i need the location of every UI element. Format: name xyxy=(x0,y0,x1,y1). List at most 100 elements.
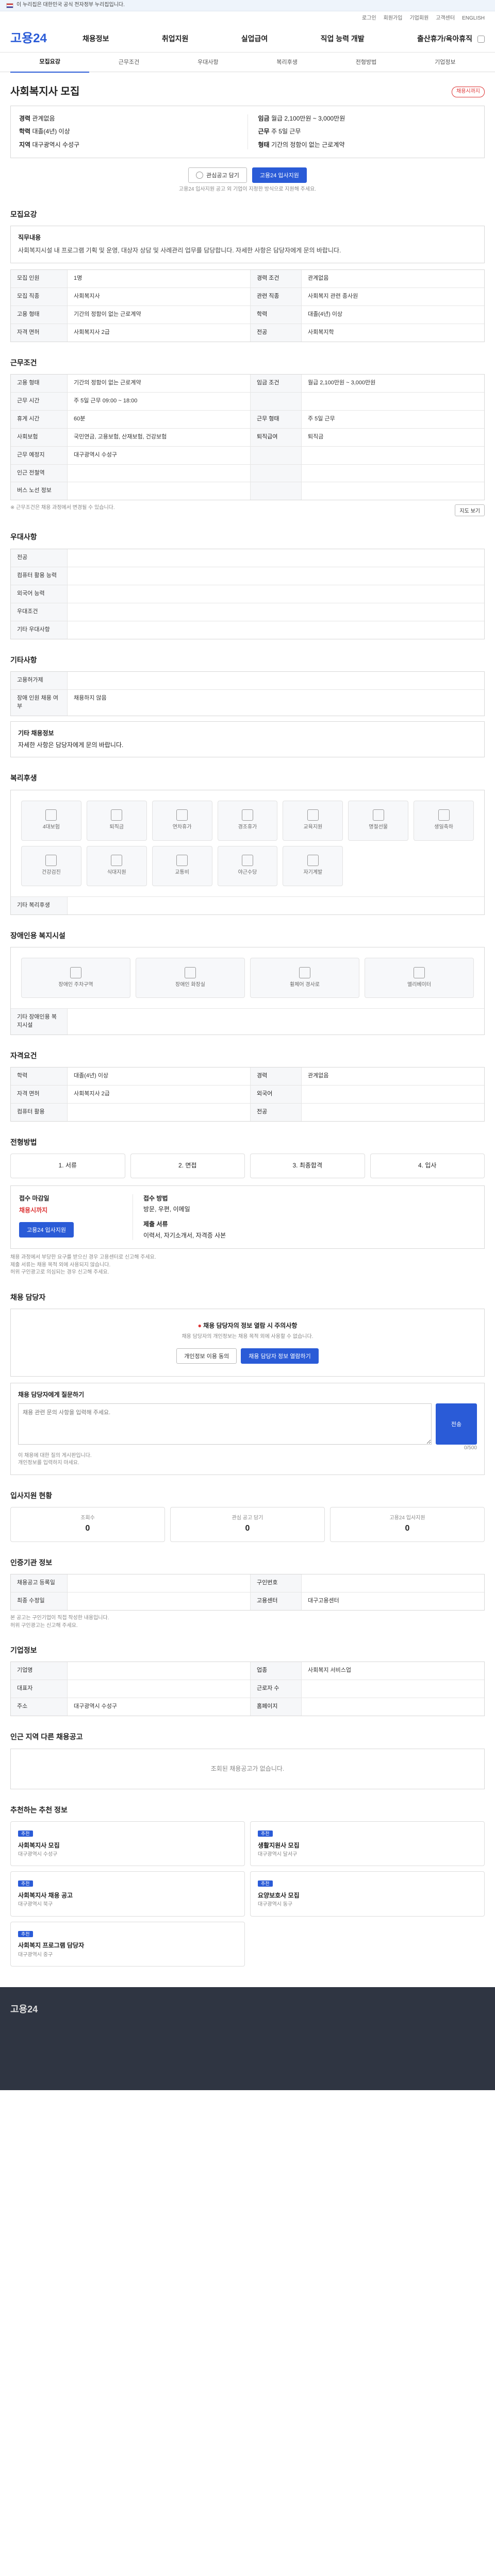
benefit-icon xyxy=(307,809,319,821)
benefit-item: 엘리베이터 xyxy=(365,957,474,998)
row-value: 채용하지 않음 xyxy=(74,694,107,701)
benefit-item: 명절선물 xyxy=(348,800,409,841)
row-value xyxy=(68,567,484,585)
row-value: 관계없음 xyxy=(308,1073,329,1079)
row-value xyxy=(68,1662,250,1680)
benefit-icon xyxy=(299,967,310,978)
header: 고용24 채용정보 취업지원 실업급여 직업 능력 개발 출산휴가/육아휴직 xyxy=(0,26,495,53)
row-label: 고용센터 xyxy=(250,1592,302,1611)
row-value xyxy=(302,1086,484,1103)
table-row: 모집 인원 1명 경력 조건 관계없음 xyxy=(11,269,484,288)
etc-section: 기타사항 고용허가제 장애 인원 채용 여부 채용하지 않음 기타 채용정보 자세한… xyxy=(10,639,485,758)
map-button[interactable]: 지도 보기 xyxy=(455,504,485,517)
benefit-label: 건강검진 xyxy=(42,870,61,876)
nav-jobs[interactable]: 채용정보 xyxy=(82,33,109,44)
benefit-icon xyxy=(111,809,123,821)
benefit-item: 생일축하 xyxy=(414,800,474,841)
benefit-icon xyxy=(45,809,57,821)
help-link[interactable]: 고객센터 xyxy=(436,15,455,23)
related-card[interactable]: 추천 요양보호사 모집 대구광역시 동구 xyxy=(250,1871,485,1917)
scrap-button[interactable]: 관심공고 담기 xyxy=(188,167,247,183)
row-label: 근무 예정지 xyxy=(11,446,68,464)
apply-button[interactable]: 고용24 입사지원 xyxy=(252,167,307,183)
benefit-icon xyxy=(241,855,253,867)
recruit-table: 모집 인원 1명 경력 조건 관계없음 모집 직종 사회복지사 관련 직종 사회복지 관련 종… xyxy=(10,269,485,342)
row-label: 장애 인원 채용 여부 xyxy=(11,689,68,716)
related-title: 사회복지사 채용 공고 xyxy=(18,1891,73,1899)
login-link[interactable]: 로그인 xyxy=(362,15,376,23)
benefit-icon xyxy=(176,809,188,821)
tab-welfare[interactable]: 복리후생 xyxy=(248,53,326,72)
benefit-item: 장애인 화장실 xyxy=(136,957,245,998)
tab-recruit[interactable]: 모집요강 xyxy=(10,52,90,73)
related-card[interactable]: 추천 생활지원사 모집 대구광역시 달서구 xyxy=(250,1821,485,1867)
related-tag: 추천 xyxy=(258,1880,273,1887)
related-sub: 대구광역시 중구 xyxy=(18,1952,53,1958)
table-row: 주소 대구광역시 수성구 홈페이지 xyxy=(11,1698,484,1716)
send-button[interactable]: 전송 xyxy=(436,1403,477,1445)
summary-right: 임금 월급 2,100만원 ~ 3,000만원 근무 주 5일 근무 형태 기간… xyxy=(247,114,476,150)
row-value: 1명 xyxy=(74,275,82,281)
nav-benefit[interactable]: 실업급여 xyxy=(241,33,268,44)
consent-button[interactable]: 개인정보 이용 동의 xyxy=(176,1348,237,1364)
benefit-item: 건강검진 xyxy=(21,845,81,886)
status-section: 입사지원 현황 조회수 0 관심 공고 담기 0 고용24 입사지원 0 xyxy=(10,1475,485,1542)
row-label: 인근 전철역 xyxy=(11,464,68,482)
tab-pref[interactable]: 우대사항 xyxy=(169,53,248,72)
row-value: 사회복지 서비스업 xyxy=(308,1667,352,1674)
tab-work[interactable]: 근무조건 xyxy=(89,53,168,72)
row-label xyxy=(250,464,302,482)
tab-select[interactable]: 전형방법 xyxy=(326,53,405,72)
logo[interactable]: 고용24 xyxy=(10,30,82,48)
related-title: 사회복지사 모집 xyxy=(18,1841,60,1849)
company-section: 기업정보 기업명 업종 사회복지 서비스업 대표자 근로자 수 주소 대구광역시 수성구 홈페… xyxy=(10,1630,485,1717)
related-title: 요양보호사 모집 xyxy=(258,1891,300,1899)
apply-button-2[interactable]: 고용24 입사지원 xyxy=(19,1222,74,1238)
table-row: 컴퓨터 활용 능력 xyxy=(11,567,484,585)
row-label: 기업명 xyxy=(11,1662,68,1680)
row-value xyxy=(302,1104,484,1121)
signup-link[interactable]: 회원가입 xyxy=(384,15,403,23)
table-row: 외국어 능력 xyxy=(11,585,484,603)
benefit-icon xyxy=(70,967,81,978)
nav-leave[interactable]: 출산휴가/육아휴직 xyxy=(417,33,472,44)
row-label: 휴게 시간 xyxy=(11,410,68,428)
benefit-label: 엘리베이터 xyxy=(407,981,431,988)
benefit-label: 경조휴가 xyxy=(238,824,257,831)
benefit-icon xyxy=(372,809,384,821)
warning-icon: ● xyxy=(197,1322,202,1330)
row-value: 대구광역시 수성구 xyxy=(74,1703,118,1710)
row-label: 경력 xyxy=(250,1067,302,1086)
menu-icon[interactable] xyxy=(477,35,485,43)
job-summary: 사회복지사 모집 채용시까지 경력 관계없음 학력 대졸(4년) 이상 지역 대… xyxy=(10,72,485,194)
english-link[interactable]: ENGLISH xyxy=(462,15,485,23)
benefit-label: 교통비 xyxy=(175,870,189,876)
table-row: 자격 면허 사회복지사 2급 외국어 xyxy=(11,1086,484,1104)
table-row: 채용공고 등록일 구인번호 xyxy=(11,1574,484,1593)
related-section: 추천하는 추천 정보 추천 사회복지사 모집 대구광역시 수성구 추천 생활지원사 모집… xyxy=(10,1789,485,1967)
row-value: 사회복지사 xyxy=(74,293,100,299)
benefit-item: 장애인 주차구역 xyxy=(21,957,130,998)
nav-training[interactable]: 직업 능력 개발 xyxy=(321,33,365,44)
benefit-item: 야근수당 xyxy=(217,845,278,886)
tab-company[interactable]: 기업정보 xyxy=(406,53,485,72)
related-tag: 추천 xyxy=(18,1930,33,1937)
question-input[interactable] xyxy=(18,1403,432,1445)
qual-table: 학력 대졸(4년) 이상 경력 관계없음 자격 면허 사회복지사 2급 외국어 컴퓨터 활용 전… xyxy=(10,1067,485,1122)
nav-support[interactable]: 취업지원 xyxy=(162,33,189,44)
row-value: 주 5일 근무 09:00 ~ 18:00 xyxy=(74,397,138,404)
row-label: 외국어 능력 xyxy=(11,585,68,603)
view-contact-button[interactable]: 채용 담당자 정보 열람하기 xyxy=(241,1348,319,1364)
apply-note: 고용24 입사지원 공고 외 기업이 지정한 방식으로 지원해 주세요. xyxy=(178,187,317,193)
company-link[interactable]: 기업회원 xyxy=(409,15,428,23)
row-value xyxy=(302,1574,484,1592)
table-row: 인근 전철역 xyxy=(11,464,484,483)
table-row: 컴퓨터 활용 전공 xyxy=(11,1104,484,1121)
table-row: 장애 인원 채용 여부 채용하지 않음 xyxy=(11,689,484,716)
benefit-label: 교육지원 xyxy=(303,824,323,831)
row-label: 전공 xyxy=(250,1104,302,1121)
row-label: 컴퓨터 활용 xyxy=(11,1104,68,1121)
related-card[interactable]: 추천 사회복지 프로그램 담당자 대구광역시 중구 xyxy=(10,1921,245,1967)
related-card[interactable]: 추천 사회복지사 모집 대구광역시 수성구 xyxy=(10,1821,245,1867)
related-card[interactable]: 추천 사회복지사 채용 공고 대구광역시 북구 xyxy=(10,1871,245,1917)
